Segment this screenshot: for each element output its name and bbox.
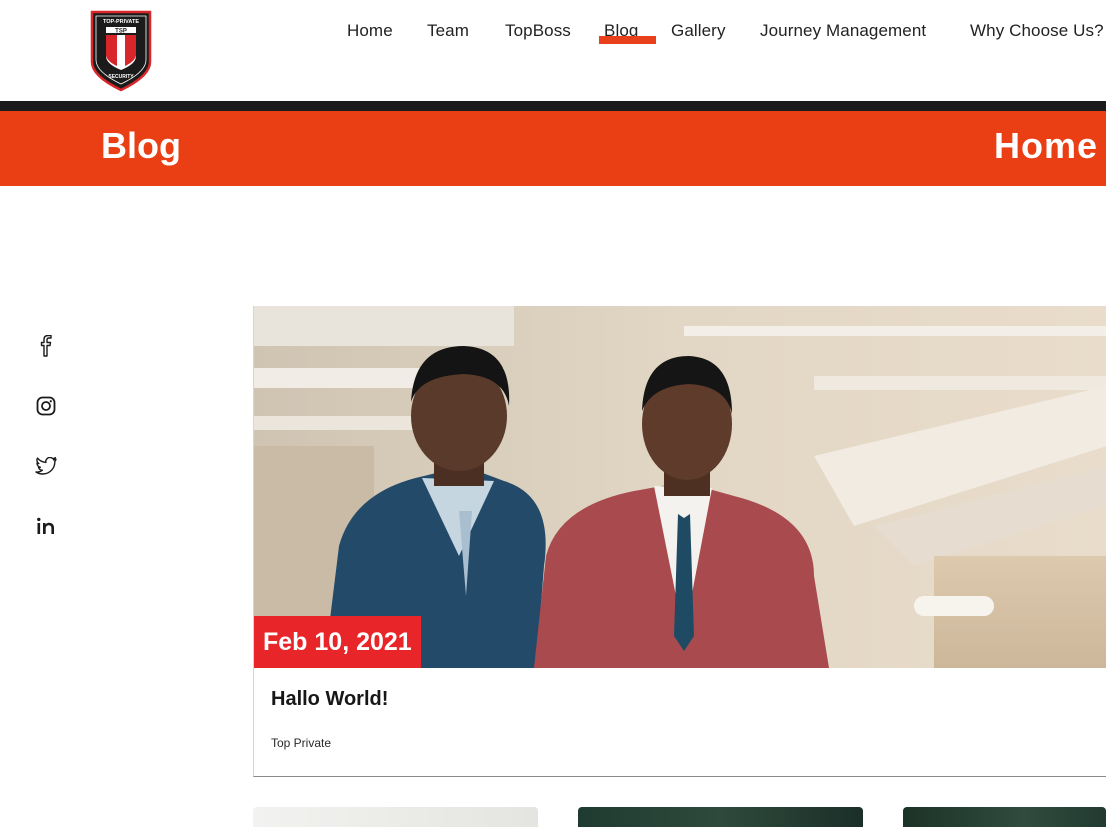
instagram-icon: [36, 396, 56, 416]
header-divider: [0, 101, 1106, 111]
two-men-in-suits-photo: [254, 306, 1106, 668]
nav-item-team[interactable]: Team: [427, 21, 469, 41]
logo-bottom-text: SECURITY: [108, 74, 134, 80]
nav-item-journey-management[interactable]: Journey Management: [760, 21, 926, 41]
breadcrumb-home-link[interactable]: Home: [994, 125, 1098, 167]
next-post-card-2[interactable]: [578, 807, 863, 827]
facebook-link[interactable]: [34, 334, 58, 358]
twitter-icon: [35, 457, 57, 475]
page-title: Blog: [101, 125, 181, 166]
facebook-icon: [40, 335, 52, 357]
nav-item-topboss[interactable]: TopBoss: [505, 21, 571, 41]
main-nav: Home Team TopBoss Blog Gallery Journey M…: [0, 21, 1106, 45]
linkedin-link[interactable]: [34, 514, 58, 538]
site-header: TOP-PRIVATE TSP SECURITY Home Team TopBo…: [0, 0, 1106, 101]
post-date-badge: Feb 10, 2021: [254, 616, 421, 668]
blog-post-image[interactable]: Feb 10, 2021: [254, 306, 1106, 668]
nav-item-home[interactable]: Home: [347, 21, 393, 41]
instagram-link[interactable]: [34, 394, 58, 418]
nav-item-why-choose-us[interactable]: Why Choose Us?: [970, 21, 1104, 41]
linkedin-icon: [37, 517, 54, 534]
page-banner: Blog Home: [0, 111, 1106, 186]
active-nav-indicator: [599, 36, 656, 44]
post-author: Top Private: [271, 736, 332, 750]
blog-post-card[interactable]: Feb 10, 2021 Hallo World! Top Private: [253, 306, 1106, 777]
next-post-card-1[interactable]: [253, 807, 538, 827]
nav-item-gallery[interactable]: Gallery: [671, 21, 726, 41]
next-post-card-3[interactable]: [903, 807, 1106, 827]
post-title[interactable]: Hallo World!: [271, 688, 388, 711]
twitter-link[interactable]: [34, 454, 58, 478]
